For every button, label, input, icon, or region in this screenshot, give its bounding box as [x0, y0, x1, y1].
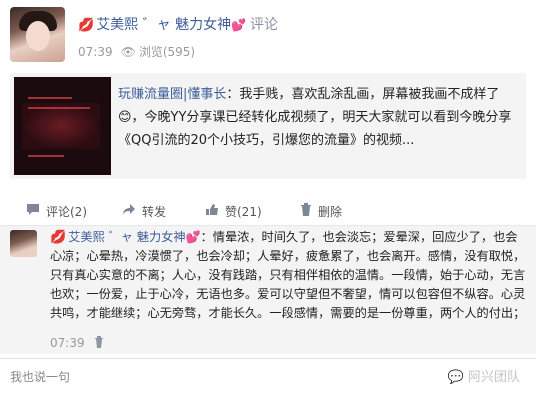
watermark-text: 阿兴团队 [467, 370, 520, 385]
post-header: 💋 艾美熙 ゛ャ 魅力女神💕 评论 07:39 👁 浏览(595) [0, 0, 536, 72]
comment-time: 07:39 [50, 336, 85, 350]
delete-button[interactable]: 删除 [300, 203, 342, 220]
comment-icon [26, 203, 40, 219]
avatar-face [26, 21, 50, 51]
shared-video-card[interactable]: 玩赚流量圈|懂事长：我手贱，喜欢乱涂乱画，屏幕被我画不成样了😊，今晚YY分享课已… [10, 73, 526, 179]
thumbnail-glow [22, 103, 100, 149]
wechat-icon: 💬 [447, 370, 464, 385]
comment-text: 💋 艾美熙 ゛ャ 魅力女神💕：情晕浓，时间久了，也会淡忘；爱晕深，回应少了，也会心… [50, 228, 528, 323]
reply-input[interactable]: 我也说一句 [10, 368, 70, 385]
commenter-nickname[interactable]: 艾美熙 [68, 230, 105, 244]
forward-button-label: 转发 [142, 205, 167, 219]
forward-button[interactable]: 转发 [122, 203, 166, 220]
commenter-avatar[interactable] [10, 230, 37, 257]
thumbnail-line [28, 107, 90, 109]
lips-icon: 💋 [50, 230, 67, 245]
like-button-label: 赞(21) [225, 205, 262, 219]
shared-post-text: 玩赚流量圈|懂事长：我手贱，喜欢乱涂乱画，屏幕被我画不成样了😊，今晚YY分享课已… [118, 83, 518, 152]
post-time: 07:39 [78, 45, 113, 59]
author-title-badge: 魅力女神 [175, 17, 232, 33]
name-decoration: ゛ャ [138, 17, 176, 33]
action-bar: 评论(2) 转发 赞(21) 删除 [0, 196, 536, 226]
author-name-line: 💋 艾美熙 ゛ャ 魅力女神💕 评论 [78, 14, 278, 34]
heart-icon: 💕 [231, 18, 247, 32]
shared-author-name[interactable]: 玩赚流量圈|懂事长 [118, 87, 226, 102]
author-nickname[interactable]: 艾美熙 [96, 17, 138, 33]
thumbs-up-icon [205, 203, 219, 219]
watermark: 💬 阿兴团队 [448, 366, 520, 385]
name-decoration: ゛ャ [104, 230, 137, 244]
comment-delete-icon[interactable] [94, 336, 104, 348]
lips-icon: 💋 [78, 18, 95, 33]
author-avatar[interactable] [10, 7, 65, 62]
thumbnail-line [28, 97, 72, 99]
commenter-badge: 魅力女神 [136, 230, 186, 244]
eye-icon: 👁 [120, 45, 136, 59]
post-meta: 07:39 👁 浏览(595) [78, 43, 195, 60]
view-count: 浏览(595) [138, 45, 196, 59]
like-button[interactable]: 赞(21) [205, 203, 262, 220]
comment-list: 💋 艾美熙 ゛ャ 魅力女神💕：情晕浓，时间久了，也会淡忘；爱晕深，回应少了，也会心… [0, 226, 536, 354]
comment-link[interactable]: 评论 [250, 17, 278, 33]
comment-button-label: 评论(2) [46, 205, 87, 219]
thumbnail-line [28, 155, 64, 157]
video-thumbnail[interactable] [14, 77, 111, 175]
trash-icon [300, 203, 312, 219]
reply-bar: 我也说一句 💬 阿兴团队 [0, 358, 536, 392]
forward-arrow-icon [122, 203, 136, 219]
heart-icon: 💕 [185, 230, 201, 244]
comment-button[interactable]: 评论(2) [26, 203, 87, 220]
delete-button-label: 删除 [318, 205, 343, 219]
